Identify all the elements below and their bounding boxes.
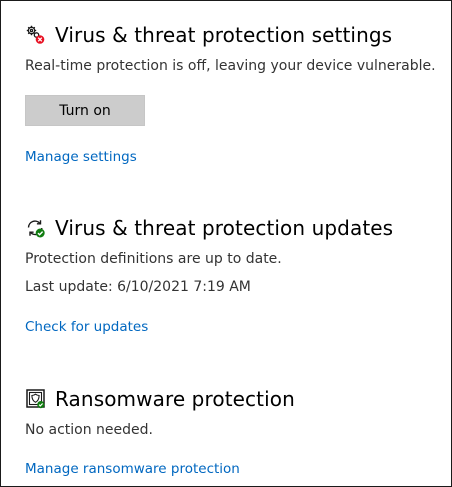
settings-section: Virus & threat protection settings (25, 22, 441, 48)
refresh-check-icon (25, 217, 47, 239)
updates-title: Virus & threat protection updates (55, 216, 394, 240)
ransomware-status: No action needed. (25, 422, 153, 438)
settings-title: Virus & threat protection settings (55, 23, 393, 47)
gear-warning-icon (25, 24, 47, 46)
updates-header: Virus & threat protection updates (25, 215, 441, 241)
ransomware-section: Ransomware protection (25, 386, 441, 412)
manage-ransomware-link[interactable]: Manage ransomware protection (25, 461, 240, 477)
last-update-text: Last update: 6/10/2021 7:19 AM (25, 279, 251, 295)
ransomware-header: Ransomware protection (25, 386, 441, 412)
threat-protection-panel: Virus & threat protection settings Real-… (0, 0, 452, 487)
updates-section: Virus & threat protection updates (25, 215, 441, 241)
manage-settings-link[interactable]: Manage settings (25, 149, 137, 165)
settings-header: Virus & threat protection settings (25, 22, 441, 48)
ransomware-title: Ransomware protection (55, 387, 295, 411)
turn-on-button[interactable]: Turn on (25, 95, 145, 126)
updates-status: Protection definitions are up to date. (25, 251, 282, 267)
check-for-updates-link[interactable]: Check for updates (25, 319, 148, 335)
settings-description: Real-time protection is off, leaving you… (25, 58, 436, 74)
ransomware-shield-icon (25, 388, 47, 410)
